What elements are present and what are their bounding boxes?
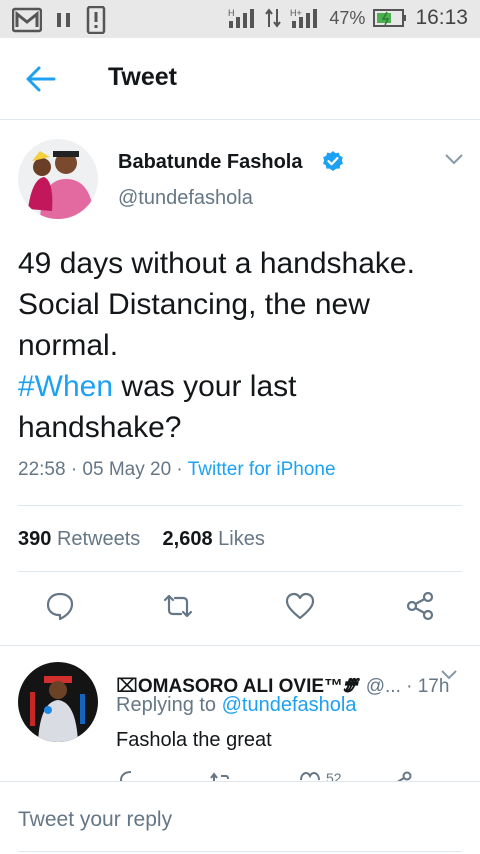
- retweets-stat[interactable]: 390 Retweets: [18, 528, 140, 550]
- likes-count: 2,608: [162, 528, 213, 550]
- avatar-photo: [18, 139, 98, 219]
- chevron-down-icon[interactable]: [440, 669, 458, 681]
- reply-author-avatar[interactable]: [18, 662, 98, 742]
- author-name[interactable]: Babatunde Fashola: [118, 151, 302, 174]
- tweet-text-line: Social Distancing, the new: [18, 288, 370, 321]
- clock: 16:13: [415, 6, 468, 29]
- alert-phone-icon: [86, 6, 106, 34]
- replying-prefix: Replying to: [116, 694, 222, 716]
- reply-text: Fashola the great: [116, 729, 272, 751]
- pause-icon: [57, 13, 70, 27]
- retweets-label: Retweets: [56, 528, 141, 550]
- likes-label: Likes: [218, 528, 265, 550]
- retweet-icon[interactable]: [162, 590, 194, 622]
- reply-actions: 52: [0, 768, 480, 782]
- tweet-meta: 22:58 · 05 May 20 · Twitter for iPhone: [18, 459, 336, 481]
- battery-charging-icon: [373, 9, 407, 27]
- share-icon[interactable]: [404, 590, 436, 622]
- reply-author-handle[interactable]: @...: [360, 676, 401, 697]
- author-avatar[interactable]: [18, 139, 98, 219]
- replying-to-link[interactable]: @tundefashola: [222, 694, 357, 716]
- signal-1-icon: H: [228, 8, 255, 28]
- battery-percent: 47%: [329, 7, 366, 28]
- reply-icon[interactable]: [44, 590, 76, 622]
- data-arrows-icon: [265, 8, 282, 28]
- author-handle[interactable]: @tundefashola: [118, 187, 253, 210]
- signal-2-icon: H+: [290, 8, 318, 28]
- tweet-text-line: normal.: [18, 329, 119, 362]
- likes-stat[interactable]: 2,608 Likes: [163, 528, 265, 550]
- retweets-count: 390: [18, 528, 52, 550]
- tweet-source-link[interactable]: Twitter for iPhone: [188, 459, 336, 480]
- tweet-text-line: #When was your last: [18, 366, 468, 407]
- page-title: Tweet: [108, 63, 177, 91]
- app-header: Tweet: [0, 38, 480, 120]
- tweet-text-line: handshake?: [18, 411, 182, 444]
- divider: [18, 571, 462, 572]
- reply-input[interactable]: Tweet your reply: [18, 782, 462, 852]
- tweet-stats: 390 Retweets 2,608 Likes: [18, 528, 265, 551]
- tweet-text-fragment: was your last: [113, 370, 297, 403]
- replying-to: Replying to @tundefashola: [116, 694, 356, 717]
- tweet-actions: [0, 590, 480, 630]
- tweet-text-line: 49 days without a handshake.: [18, 247, 415, 280]
- tweet-text: 49 days without a handshake. Social Dist…: [18, 243, 468, 448]
- gmail-icon: [12, 7, 42, 33]
- divider: [0, 645, 480, 646]
- svg-text:H: H: [228, 8, 235, 18]
- tweet-timestamp: 22:58 · 05 May 20 ·: [18, 459, 188, 480]
- arrow-left-icon[interactable]: [24, 64, 58, 94]
- like-icon[interactable]: [284, 590, 316, 622]
- verified-badge-icon: [323, 151, 343, 171]
- avatar-photo: [18, 662, 98, 742]
- chevron-down-icon[interactable]: [444, 152, 464, 166]
- hashtag-link[interactable]: #When: [18, 370, 113, 403]
- status-bar: H H+ 47% 16:13: [0, 0, 480, 38]
- reply-composer: Tweet your reply: [0, 781, 480, 854]
- divider: [18, 505, 462, 506]
- svg-text:H+: H+: [290, 8, 302, 18]
